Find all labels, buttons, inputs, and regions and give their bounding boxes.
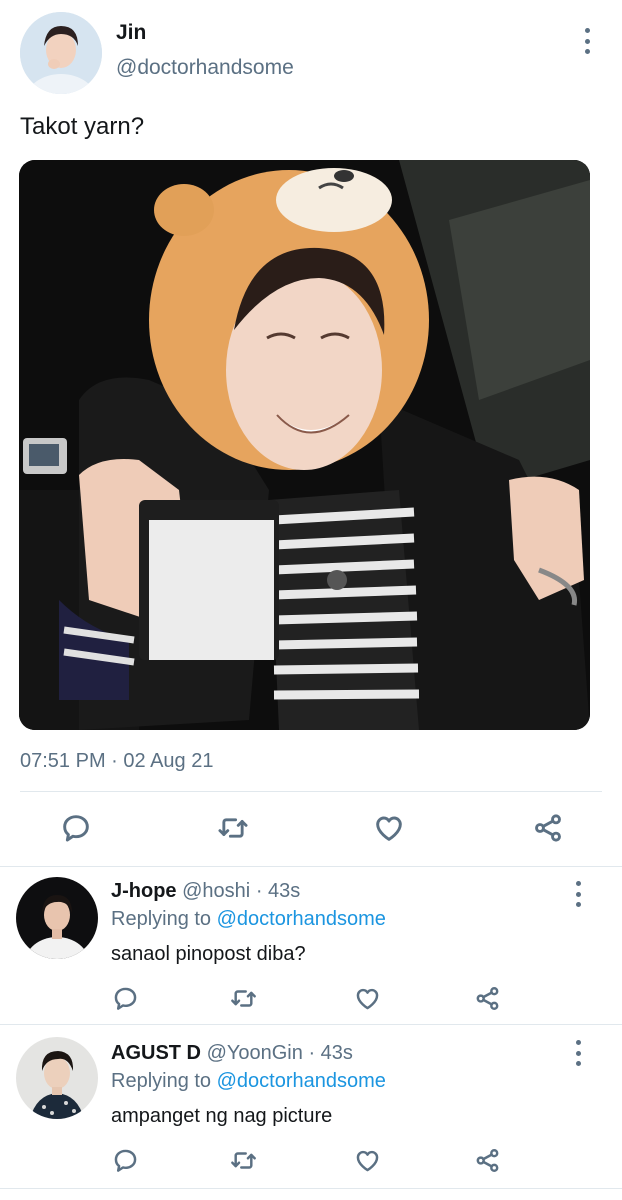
reply-text: ampanget ng nag picture <box>111 1105 333 1127</box>
replying-to: Replying to @doctorhandsome <box>111 908 386 931</box>
replying-to-mention[interactable]: @doctorhandsome <box>217 1070 386 1092</box>
reply-tweet[interactable]: J-hope @hoshi · 43s Replying to @doctorh… <box>0 867 622 1023</box>
reply-author-handle[interactable]: @YoonGin <box>207 1042 303 1064</box>
replying-to: Replying to @doctorhandsome <box>111 1070 386 1093</box>
like-icon[interactable] <box>352 1145 382 1175</box>
reply-author-name[interactable]: J-hope <box>111 880 177 902</box>
tweet-media-image[interactable] <box>19 160 590 730</box>
reply-avatar[interactable] <box>16 1037 98 1119</box>
reply-text: sanaol pinopost diba? <box>111 943 306 965</box>
reply-author-handle[interactable]: @hoshi <box>182 880 250 902</box>
retweet-icon[interactable] <box>227 1145 259 1175</box>
share-icon[interactable] <box>530 811 566 845</box>
retweet-icon[interactable] <box>213 811 253 845</box>
reply-time: · 43s <box>255 880 301 902</box>
reply-tweet[interactable]: AGUST D @YoonGin · 43s Replying to @doct… <box>0 1025 622 1187</box>
more-options-icon[interactable] <box>581 28 593 54</box>
like-icon[interactable] <box>352 983 382 1013</box>
like-icon[interactable] <box>371 811 407 845</box>
reply-header: J-hope @hoshi · 43s <box>111 880 300 903</box>
tweet-timestamp: 07:51 PM · 02 Aug 21 <box>20 750 214 772</box>
reply-header: AGUST D @YoonGin · 43s <box>111 1042 353 1065</box>
more-options-icon[interactable] <box>572 881 584 907</box>
replying-to-mention[interactable]: @doctorhandsome <box>217 908 386 930</box>
reply-icon[interactable] <box>110 983 140 1013</box>
retweet-icon[interactable] <box>227 983 259 1013</box>
author-name[interactable]: Jin <box>116 21 146 45</box>
main-tweet: Jin @doctorhandsome Takot yarn? 07:51 PM… <box>0 0 622 866</box>
reply-time: · 43s <box>308 1042 353 1064</box>
tweet-text: Takot yarn? <box>20 113 145 140</box>
author-handle[interactable]: @doctorhandsome <box>116 56 294 80</box>
more-options-icon[interactable] <box>572 1040 584 1066</box>
reply-avatar[interactable] <box>16 877 98 959</box>
divider <box>0 1188 622 1189</box>
replying-to-label: Replying to <box>111 908 217 930</box>
replying-to-label: Replying to <box>111 1070 217 1092</box>
reply-icon[interactable] <box>58 811 94 845</box>
reply-icon[interactable] <box>110 1145 140 1175</box>
share-icon[interactable] <box>472 1145 502 1175</box>
author-avatar[interactable] <box>20 12 102 94</box>
share-icon[interactable] <box>472 983 502 1013</box>
reply-author-name[interactable]: AGUST D <box>111 1042 201 1064</box>
divider <box>20 791 602 792</box>
